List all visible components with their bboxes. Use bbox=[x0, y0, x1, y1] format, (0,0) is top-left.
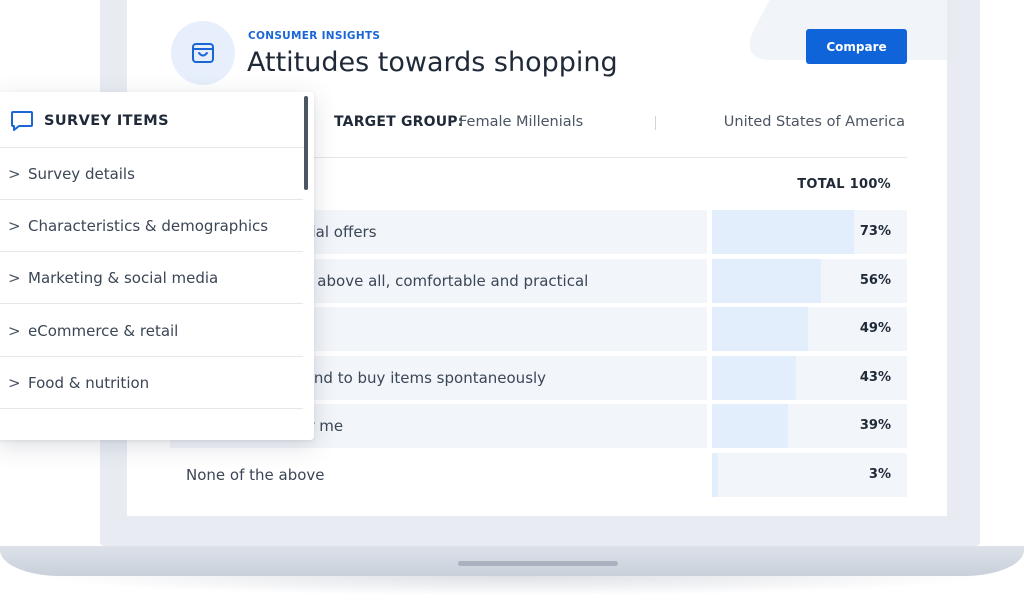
stage: CONSUMER INSIGHTS Attitudes towards shop… bbox=[0, 0, 1024, 604]
chevron-right-icon: > bbox=[8, 217, 21, 236]
row-value: 39% bbox=[859, 418, 891, 434]
row-bar-fill bbox=[712, 307, 808, 352]
survey-item-survey-details[interactable]: > Survey details bbox=[0, 148, 303, 200]
row-value: 3% bbox=[868, 467, 891, 482]
survey-item-characteristics-demographics[interactable]: > Characteristics & demographics bbox=[0, 200, 303, 253]
row-bar-track: 49% bbox=[712, 307, 907, 352]
chevron-right-icon: > bbox=[8, 321, 21, 340]
row-bar-track: 43% bbox=[712, 355, 907, 400]
row-bar-fill bbox=[712, 404, 789, 449]
row-label: None of the above bbox=[186, 466, 325, 484]
shopping-bag-icon bbox=[171, 21, 235, 85]
survey-items-panel: SURVEY ITEMS > Survey details > Characteris… bbox=[0, 92, 314, 440]
target-group-value[interactable]: Female Millenials bbox=[459, 114, 583, 130]
survey-item-label: eCommerce & retail bbox=[28, 321, 179, 340]
chevron-right-icon: > bbox=[8, 165, 21, 183]
page-title: Attitudes towards shopping bbox=[247, 47, 618, 78]
row-bar-track: 39% bbox=[712, 404, 907, 449]
chevron-right-icon: > bbox=[8, 373, 21, 392]
row-value: 49% bbox=[859, 321, 891, 337]
survey-item-label: Characteristics & demographics bbox=[28, 217, 269, 236]
survey-item-label: Survey details bbox=[28, 165, 135, 183]
compare-button[interactable]: Compare bbox=[806, 29, 907, 64]
row-bar-fill bbox=[712, 258, 822, 303]
table-row: None of the above 3% bbox=[170, 453, 907, 497]
survey-item-marketing-social-media[interactable]: > Marketing & social media bbox=[0, 252, 303, 305]
section-eyebrow: CONSUMER INSIGHTS bbox=[248, 30, 381, 42]
scrollbar-thumb[interactable] bbox=[304, 96, 308, 190]
row-bar-fill bbox=[712, 210, 855, 254]
row-value: 43% bbox=[859, 369, 891, 385]
survey-items-header: SURVEY ITEMS bbox=[0, 92, 308, 148]
filter-divider bbox=[655, 116, 656, 130]
laptop-notch bbox=[458, 561, 618, 566]
laptop-shadow bbox=[30, 576, 994, 596]
list-fade bbox=[0, 410, 308, 440]
row-bar-track: 3% bbox=[712, 453, 907, 497]
row-bar-track: 73% bbox=[712, 210, 907, 254]
survey-items-title: SURVEY ITEMS bbox=[44, 113, 169, 129]
survey-item-ecommerce-retail[interactable]: > eCommerce & retail bbox=[0, 305, 303, 357]
target-group-label: TARGET GROUP: bbox=[334, 114, 464, 130]
row-value: 73% bbox=[859, 224, 891, 239]
country-selector[interactable]: United States of America bbox=[724, 114, 905, 130]
survey-item-label: Marketing & social media bbox=[28, 269, 219, 288]
chat-bubble-icon bbox=[10, 110, 34, 136]
survey-item-food-nutrition[interactable]: > Food & nutrition bbox=[0, 357, 303, 409]
row-bar-track: 56% bbox=[712, 258, 907, 303]
total-header: TOTAL 100% bbox=[797, 177, 891, 192]
row-value: 56% bbox=[859, 272, 891, 288]
chevron-right-icon: > bbox=[8, 269, 21, 288]
survey-item-label: Food & nutrition bbox=[28, 373, 150, 392]
row-bar-fill bbox=[712, 355, 796, 400]
row-bar-fill bbox=[712, 453, 718, 497]
